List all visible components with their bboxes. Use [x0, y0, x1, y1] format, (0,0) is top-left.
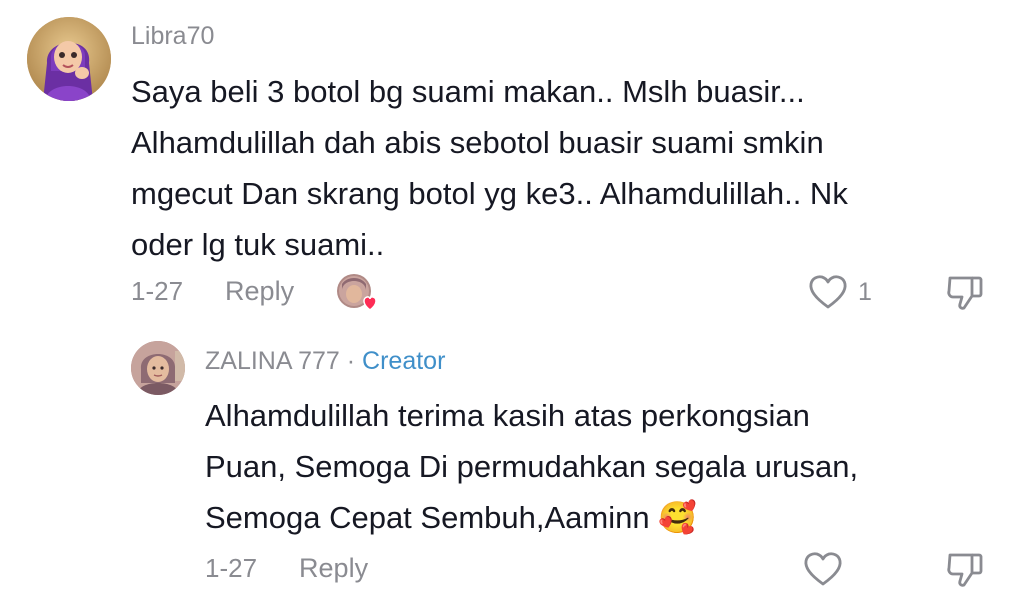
- heart-outline-icon: [804, 552, 842, 586]
- reply-username[interactable]: ZALINA 777: [205, 347, 340, 375]
- reply-like-button[interactable]: [803, 551, 843, 587]
- like-button[interactable]: 1: [808, 274, 872, 310]
- creator-badge: Creator: [362, 347, 446, 375]
- reply-reply-button[interactable]: Reply: [299, 553, 368, 584]
- thumbs-down-icon: [947, 553, 983, 587]
- profile-photo-avatar-icon: [131, 341, 185, 395]
- like-count: 1: [858, 277, 872, 306]
- dislike-button[interactable]: [944, 272, 986, 317]
- comment-text-line: Alhamdulillah dah abis sebotol buasir su…: [131, 125, 824, 160]
- reply-dislike-button[interactable]: [944, 549, 986, 594]
- smiling-face-with-hearts-emoji: 🥰: [658, 500, 697, 536]
- hijab-cartoon-avatar-icon: [27, 17, 111, 101]
- reply-meta: 1-27 Reply: [205, 553, 368, 584]
- comment-text-line: Saya beli 3 botol bg suami makan.. Mslh …: [131, 74, 805, 109]
- reply-date: 1-27: [205, 553, 258, 583]
- reply-username-row: ZALINA 777 · Creator: [205, 347, 445, 376]
- comment-meta: 1-27 Reply: [131, 276, 294, 307]
- reply-text-line: Puan, Semoga Di permudahkan segala urusa…: [205, 449, 859, 484]
- thumbs-down-icon: [947, 276, 983, 310]
- comment-text-line: mgecut Dan skrang botol yg ke3.. Alhamdu…: [131, 176, 848, 211]
- reply-text-line: Alhamdulillah terima kasih atas perkongs…: [205, 398, 810, 433]
- reply-text-line-content: Semoga Cepat Sembuh,Aaminn: [205, 500, 650, 535]
- reply-button[interactable]: Reply: [225, 276, 294, 307]
- reply-text: Alhamdulillah terima kasih atas perkongs…: [205, 390, 1005, 544]
- separator-dot: ·: [346, 347, 356, 375]
- heart-outline-icon: [809, 275, 847, 309]
- comment-text-line: oder lg tuk suami..: [131, 227, 385, 262]
- heart-badge-icon: [363, 296, 377, 311]
- reply-text-line: Semoga Cepat Sembuh,Aaminn 🥰: [205, 492, 1005, 544]
- commenter-avatar[interactable]: [27, 17, 111, 101]
- comment-date: 1-27: [131, 276, 184, 306]
- comment-text: Saya beli 3 botol bg suami makan.. Mslh …: [131, 66, 1011, 270]
- commenter-username[interactable]: Libra70: [131, 22, 214, 51]
- reply-avatar[interactable]: [131, 341, 185, 395]
- creator-liked-avatar: [337, 274, 377, 311]
